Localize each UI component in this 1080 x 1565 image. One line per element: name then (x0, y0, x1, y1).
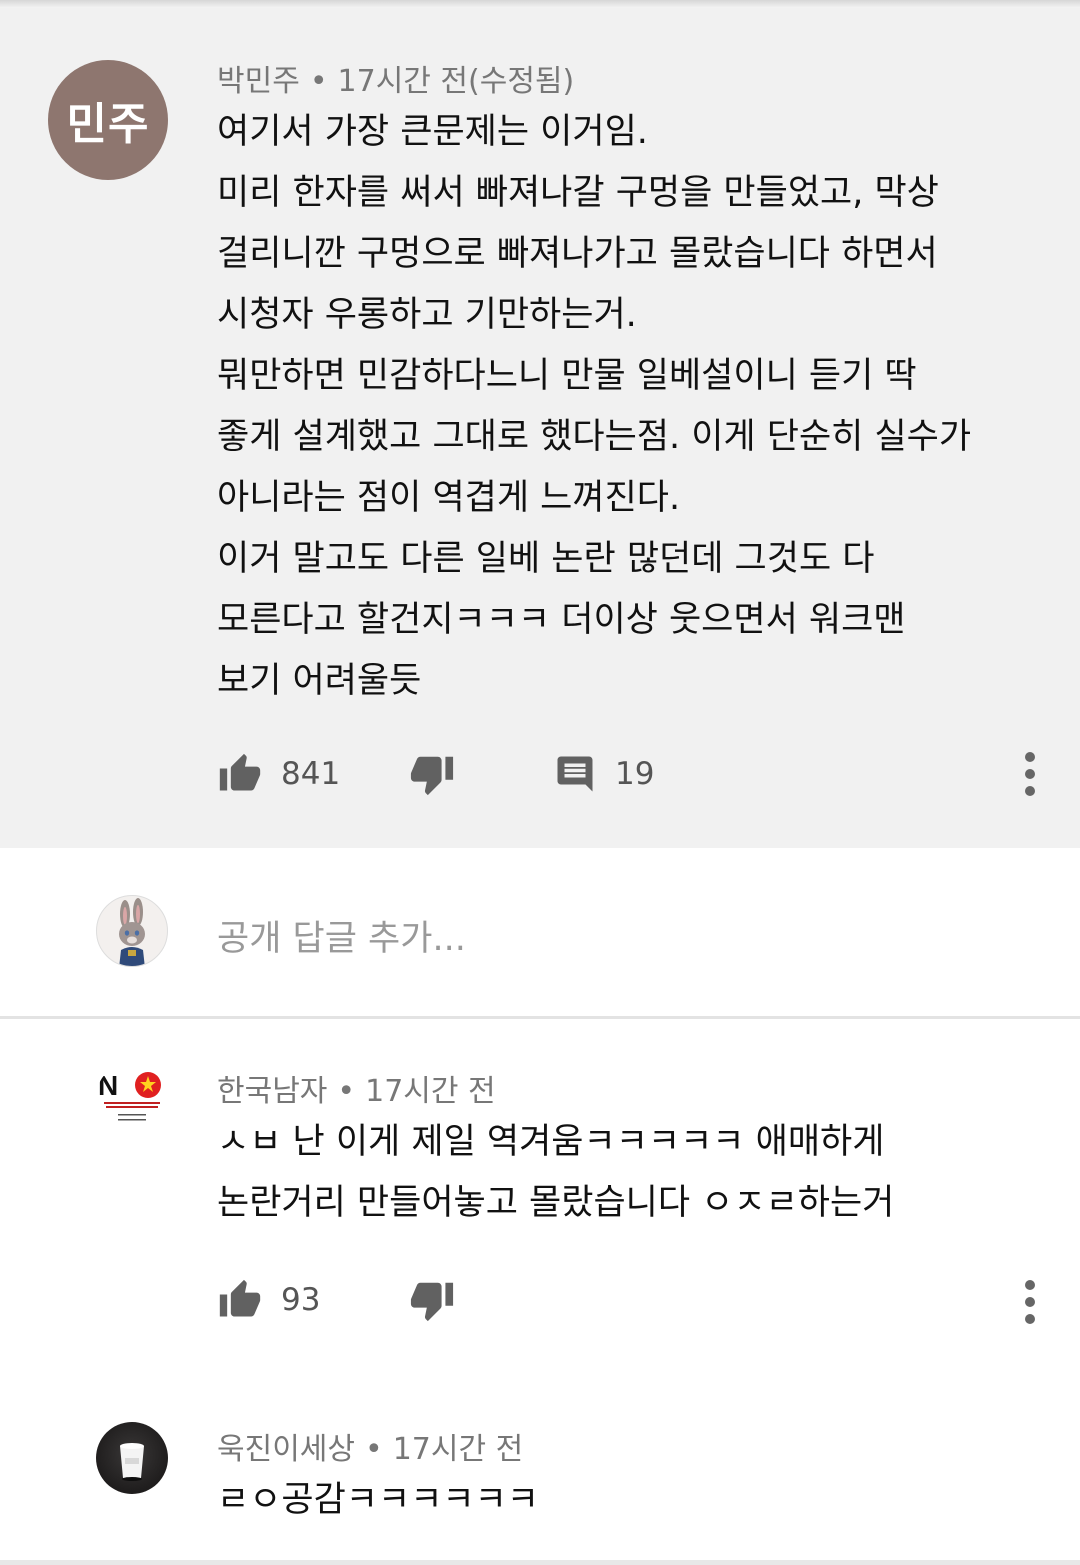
comment-line: 보기 어려울듯 (217, 661, 422, 701)
top-edge-shadow (0, 0, 1080, 8)
comment-line: 뭐만하면 민감하다느니 만물 일베설이니 듣기 딱 (217, 356, 917, 396)
meta-separator: • (309, 64, 328, 99)
comment-meta: 욱진이세상 • 17시간 전 (217, 1424, 523, 1468)
thumbs-up-icon (219, 753, 261, 791)
comment-line: 여기서 가장 큰문제는 이거임. (217, 112, 648, 152)
dislike-button[interactable] (409, 1276, 455, 1324)
comment-author[interactable]: 욱진이세상 (217, 1432, 355, 1467)
like-button[interactable]: 841 (217, 750, 340, 798)
comment-line: 미리 한자를 써서 빠져나갈 구멍을 만들었고, 막상 (217, 173, 939, 213)
meta-separator: • (337, 1074, 356, 1109)
comment-body: ㄹㅇ공감ㅋㅋㅋㅋㅋㅋ (217, 1470, 539, 1531)
divider (0, 1016, 1080, 1019)
thumbs-down-icon (410, 1282, 454, 1322)
meta-separator: • (365, 1432, 383, 1467)
no-boycott-logo: N (98, 1070, 161, 1121)
comment-actions: 93 (217, 1276, 1080, 1324)
comment-icon (557, 756, 593, 792)
user-avatar[interactable] (96, 895, 168, 967)
comment-author[interactable]: 박민주 (217, 64, 300, 99)
reply-count: 19 (615, 756, 655, 792)
comment-line: 이거 말고도 다른 일베 논란 많던데 그것도 다 (217, 539, 875, 579)
comment-line: 모른다고 할건지ㅋㅋㅋ 더이상 웃으면서 워크맨 (217, 600, 906, 640)
comment-line: 좋게 설계했고 그대로 했다는점. 이게 단순히 실수가 (217, 417, 972, 457)
comment-line: 논란거리 만들어놓고 몰랐습니다 ㅇㅈㄹ하는거 (217, 1183, 895, 1223)
comment-time: 17시간 전 (365, 1074, 496, 1109)
thumbs-up-icon (219, 1279, 261, 1317)
comment-meta: 박민주 • 17시간 전(수정됨) (217, 56, 574, 100)
comment-line: ㄹㅇ공감ㅋㅋㅋㅋㅋㅋ (217, 1480, 540, 1520)
avatar[interactable]: N (96, 1062, 168, 1134)
comment-body: ㅅㅂ 난 이게 제일 역겨움ㅋㅋㅋㅋㅋ 애매하게 논란거리 만들어놓고 몰랐습니… (217, 1112, 894, 1234)
reply-input[interactable]: 공개 답글 추가... (217, 910, 466, 961)
comment-body: 여기서 가장 큰문제는 이거임. 미리 한자를 써서 빠져나갈 구멍을 만들었고… (217, 102, 971, 712)
reply-input-row: 공개 답글 추가... (0, 848, 1080, 1018)
like-count: 93 (281, 1282, 321, 1318)
like-count: 841 (281, 756, 341, 792)
comment-line: 시청자 우롱하고 기만하는거. (217, 295, 637, 335)
comment-line: ㅅㅂ 난 이게 제일 역겨움ㅋㅋㅋㅋㅋ 애매하게 (217, 1122, 885, 1162)
comment-line: 아니라는 점이 역겹게 느껴진다. (217, 478, 681, 518)
avatar[interactable] (96, 1422, 168, 1494)
svg-text:N: N (98, 1070, 118, 1101)
highlighted-comment: 민주 박민주 • 17시간 전(수정됨) 여기서 가장 큰문제는 이거임. 미리 한… (0, 8, 1080, 848)
more-vert-icon[interactable] (1024, 752, 1036, 796)
more-vert-icon[interactable] (1024, 1280, 1036, 1324)
comment-time: 17시간 전(수정됨) (337, 64, 575, 99)
comment-author[interactable]: 한국남자 (217, 1074, 327, 1109)
comment-time: 17시간 전 (392, 1432, 524, 1467)
comment-meta: 한국남자 • 17시간 전 (217, 1066, 496, 1110)
reply-count-button[interactable]: 19 (553, 750, 654, 798)
cup-avatar-icon (120, 1443, 144, 1481)
like-button[interactable]: 93 (217, 1276, 320, 1324)
avatar[interactable]: 민주 (48, 60, 168, 180)
comment-line: 걸리니깐 구멍으로 빠져나가고 몰랐습니다 하면서 (217, 234, 938, 274)
comment-actions: 841 19 (217, 750, 1080, 798)
thumbs-down-icon (410, 756, 454, 796)
dislike-button[interactable] (409, 750, 455, 798)
rabbit-avatar-icon (119, 898, 145, 966)
bottom-edge (0, 1560, 1080, 1565)
